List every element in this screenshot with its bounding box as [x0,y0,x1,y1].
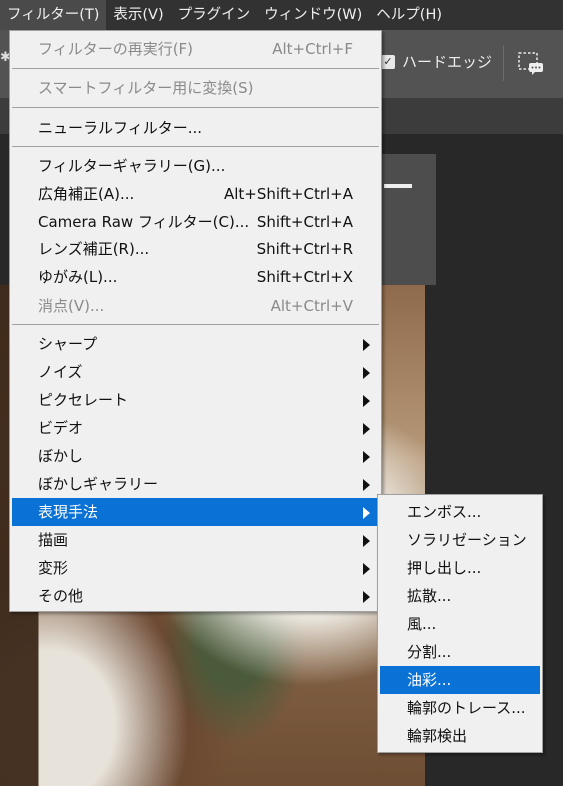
menu-separator [12,324,379,325]
menu-item-label: ニューラルフィルター... [38,119,203,137]
menu-item-label: Camera Raw フィルター(C)... [38,213,250,231]
menu-separator [12,107,379,108]
submenu-item-extrude[interactable]: 押し出し... [380,554,540,582]
menu-item-shortcut: Alt+Ctrl+F [272,40,353,58]
menu-window[interactable]: ウィンドウ(W) [257,0,369,30]
menu-item-distort[interactable]: 変形 [12,554,379,582]
menu-item-blur-gallery[interactable]: ぼかしギャラリー [12,470,379,498]
stylize-submenu: エンボス... ソラリゼーション 押し出し... 拡散... 風... 分割..… [377,494,543,753]
submenu-arrow-icon [363,423,370,435]
menu-item-other[interactable]: その他 [12,582,379,610]
submenu-item-wind[interactable]: 風... [380,610,540,638]
menu-item-convert-smart-filters[interactable]: スマートフィルター用に変換(S) [12,74,379,102]
menu-item-label: フィルターの再実行(F) [38,40,194,58]
menu-item-video[interactable]: ビデオ [12,414,379,442]
menu-item-camera-raw[interactable]: Camera Raw フィルター(C)... Shift+Ctrl+A [12,208,379,236]
menu-item-filter-gallery[interactable]: フィルターギャラリー(G)... [12,152,379,180]
menu-item-shortcut: Shift+Ctrl+R [256,240,353,258]
menu-item-label: ぼかしギャラリー [38,475,159,493]
menu-item-label: 変形 [38,559,69,577]
menu-item-label: 輪郭のトレース... [407,699,526,717]
submenu-arrow-icon [363,507,370,519]
submenu-item-oil-paint[interactable]: 油彩... [380,666,540,694]
submenu-item-diffuse[interactable]: 拡散... [380,582,540,610]
menu-item-repeat-filter[interactable]: フィルターの再実行(F) Alt+Ctrl+F [12,35,379,63]
menu-item-blur[interactable]: ぼかし [12,442,379,470]
submenu-item-trace-contour[interactable]: 輪郭のトレース... [380,694,540,722]
menu-item-adaptive-wide-angle[interactable]: 広角補正(A)... Alt+Shift+Ctrl+A [12,180,379,208]
menu-item-vanishing-point[interactable]: 消点(V)... Alt+Ctrl+V [12,292,379,320]
submenu-arrow-icon [363,339,370,351]
menu-separator [12,146,379,147]
menu-item-label: 描画 [38,531,69,549]
submenu-arrow-icon [363,591,370,603]
submenu-arrow-icon [363,395,370,407]
menu-item-label: エンボス... [407,503,482,521]
hard-edge-checkbox[interactable]: ✓ [381,55,395,69]
menu-item-label: スマートフィルター用に変換(S) [38,79,254,97]
menu-item-shortcut: Alt+Shift+Ctrl+A [223,185,353,203]
menu-item-noise[interactable]: ノイズ [12,358,379,386]
menu-item-label: ビデオ [38,419,84,437]
menu-item-label: ゆがみ(L)... [38,268,118,286]
menu-item-label: 輪郭検出 [407,727,468,745]
options-divider [503,45,504,81]
submenu-item-emboss[interactable]: エンボス... [380,498,540,526]
menu-item-label: 広角補正(A)... [38,185,135,203]
menu-item-label: ピクセレート [38,391,129,409]
gear-icon[interactable]: ✱ [0,50,11,65]
menu-item-label: ノイズ [38,363,83,381]
menu-item-stylize[interactable]: 表現手法 [12,498,379,526]
menu-item-label: 油彩... [407,671,452,689]
menu-item-label: 表現手法 [38,503,99,521]
properties-panel [380,154,436,290]
menu-item-shortcut: Alt+Ctrl+V [270,297,353,315]
menu-item-label: 押し出し... [407,559,482,577]
menu-item-label: フィルターギャラリー(G)... [38,157,226,175]
menu-item-sharpen[interactable]: シャープ [12,330,379,358]
submenu-arrow-icon [363,367,370,379]
menu-item-label: 消点(V)... [38,297,105,315]
submenu-item-tiles[interactable]: 分割... [380,638,540,666]
menu-view[interactable]: 表示(V) [106,0,170,30]
menu-item-label: 風... [407,615,437,633]
select-subject-icon[interactable] [518,52,544,76]
menu-filter[interactable]: フィルター(T) [0,0,107,30]
submenu-item-solarize[interactable]: ソラリゼーション [380,526,540,554]
menu-plugins[interactable]: プラグイン [171,0,258,30]
menu-item-liquify[interactable]: ゆがみ(L)... Shift+Ctrl+X [12,263,379,291]
menu-separator [12,68,379,69]
menu-item-pixelate[interactable]: ピクセレート [12,386,379,414]
menu-item-label: ソラリゼーション [407,531,527,549]
menu-bar: フィルター(T) 表示(V) プラグイン ウィンドウ(W) ヘルプ(H) [0,0,563,30]
hard-edge-label: ハードエッジ [402,53,493,71]
menu-item-lens-correction[interactable]: レンズ補正(R)... Shift+Ctrl+R [12,235,379,263]
submenu-arrow-icon [363,479,370,491]
menu-item-shortcut: Shift+Ctrl+A [256,213,353,231]
menu-item-neural-filters[interactable]: ニューラルフィルター... [12,114,379,142]
menu-item-render[interactable]: 描画 [12,526,379,554]
submenu-item-find-edges[interactable]: 輪郭検出 [380,722,540,750]
submenu-arrow-icon [363,563,370,575]
filter-menu: フィルターの再実行(F) Alt+Ctrl+F スマートフィルター用に変換(S)… [9,30,382,612]
menu-item-label: レンズ補正(R)... [38,240,150,258]
submenu-arrow-icon [363,451,370,463]
menu-item-label: その他 [38,587,84,605]
menu-item-shortcut: Shift+Ctrl+X [256,268,353,286]
menu-item-label: 分割... [407,643,452,661]
menu-item-label: ぼかし [38,447,84,465]
menu-help[interactable]: ヘルプ(H) [369,0,449,30]
menu-item-label: シャープ [38,335,98,353]
menu-item-label: 拡散... [407,587,452,605]
submenu-arrow-icon [363,535,370,547]
